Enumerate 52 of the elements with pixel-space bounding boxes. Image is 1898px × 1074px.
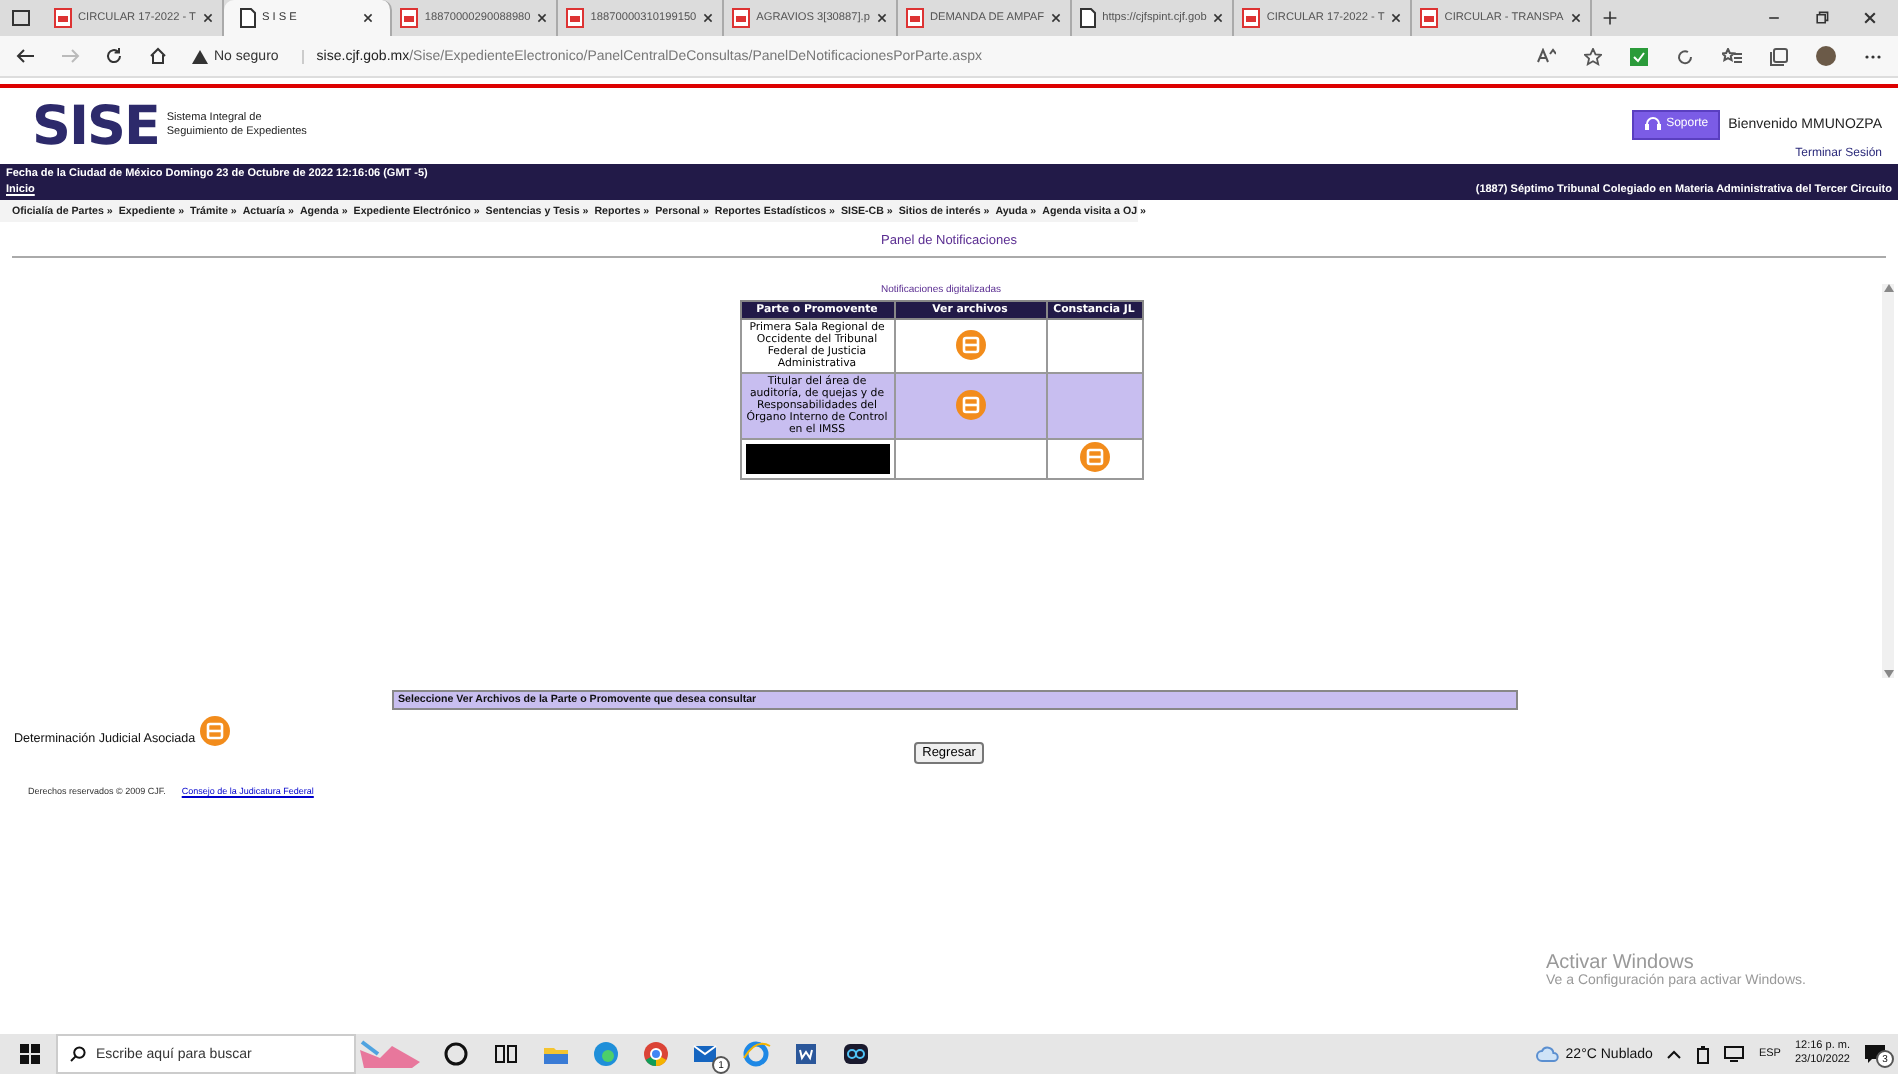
star-icon[interactable] [1584,47,1602,65]
browser-icon[interactable] [640,1038,672,1070]
scrollbar[interactable] [1882,284,1894,678]
close-icon[interactable] [536,12,549,24]
new-tab-icon[interactable] [1601,10,1618,26]
monitor-icon[interactable] [1724,1046,1745,1062]
reload-icon[interactable] [104,46,124,66]
scroll-down-icon[interactable] [1883,670,1893,678]
read-aloud-icon[interactable] [1536,48,1556,64]
cloud-icon[interactable] [1535,1046,1560,1062]
pdf-icon [1420,8,1439,28]
app-icon[interactable] [840,1038,872,1070]
restore-icon[interactable] [1814,10,1830,26]
close-icon[interactable] [201,12,214,24]
browser-icon[interactable] [740,1038,772,1070]
close-icon[interactable] [1390,12,1403,24]
headset-icon [1644,116,1663,132]
close-icon[interactable] [875,12,888,24]
pdf-icon [1242,8,1261,28]
page-icon [1080,8,1097,28]
close-icon[interactable] [702,12,715,24]
favorites-icon[interactable] [1722,47,1742,65]
close-icon[interactable] [1050,12,1063,24]
pdf-icon [566,8,585,28]
refresh-icon[interactable] [1676,47,1694,65]
document-app-icon[interactable] [790,1038,822,1070]
logo[interactable]: SISE [32,95,159,157]
page-icon [239,8,256,28]
profile-avatar[interactable] [1816,46,1836,66]
close-icon[interactable] [1862,10,1878,26]
search-icon [70,1046,86,1062]
close-icon[interactable] [1569,12,1582,24]
activation-title: Activar Windows [1546,952,1696,974]
checkbox-extension-icon[interactable] [1630,47,1648,65]
circle-icon[interactable] [440,1038,472,1070]
pdf-icon [732,8,751,28]
pdf-icon [905,8,924,28]
back-icon[interactable] [16,46,36,66]
windows-icon[interactable] [20,1044,40,1064]
pdf-icon [54,8,72,28]
warning-icon [192,49,208,63]
chevron-up-icon[interactable] [1666,1048,1683,1060]
scroll-up-icon[interactable] [1883,284,1893,292]
home-icon[interactable] [148,46,168,66]
tab-actions-icon[interactable] [12,10,30,26]
browser-icon[interactable] [590,1038,622,1070]
pdf-icon [400,8,419,28]
close-icon[interactable] [362,12,375,24]
more-icon[interactable] [1864,53,1882,59]
close-icon[interactable] [1212,12,1225,24]
battery-icon[interactable] [1696,1045,1711,1063]
collections-icon[interactable] [1770,47,1788,65]
